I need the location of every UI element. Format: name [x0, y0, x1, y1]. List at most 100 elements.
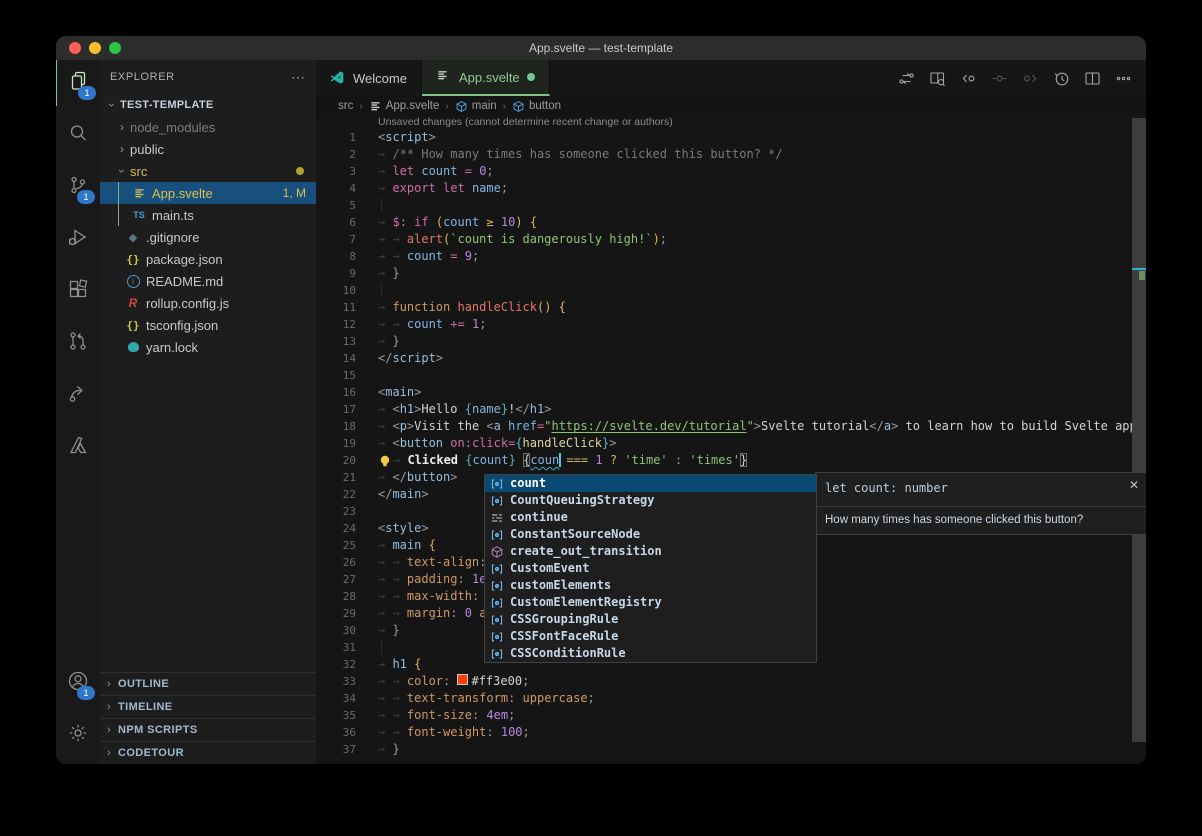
code-line[interactable]: 5│: [316, 197, 1146, 214]
activity-item-azure[interactable]: [56, 424, 100, 470]
code-line[interactable]: 33→ → color: #ff3e00;: [316, 673, 1146, 690]
tab-app-svelte[interactable]: App.svelte: [422, 60, 550, 96]
code-line[interactable]: 7→ → alert(`count is dangerously high!`)…: [316, 231, 1146, 248]
suggestion-constantsourcenode[interactable]: ConstantSourceNode: [485, 526, 816, 543]
tree-file-rollup-config-js[interactable]: Rrollup.config.js: [100, 292, 316, 314]
activity-item-live-share[interactable]: [56, 372, 100, 418]
zoom-button[interactable]: [109, 42, 121, 54]
code-line[interactable]: 20→ Clicked {count} {coun === 1 ? 'time'…: [316, 452, 1146, 469]
run-debug-icon: [66, 225, 90, 254]
badge: 1: [77, 190, 95, 204]
code-line[interactable]: 6→ $: if (count ≥ 10) {: [316, 214, 1146, 231]
tree-file-readme-md[interactable]: iREADME.md: [100, 270, 316, 292]
line-number: 34: [316, 690, 356, 707]
suggestion-label: CSSFontFaceRule: [510, 628, 618, 645]
azure-icon: [66, 433, 90, 462]
tab-welcome[interactable]: Welcome: [316, 60, 422, 96]
activity-item-github-pull-requests[interactable]: [56, 320, 100, 366]
code-line[interactable]: 15: [316, 367, 1146, 384]
tree-file-package-json[interactable]: {}package.json: [100, 248, 316, 270]
code-line[interactable]: 1<script>: [316, 129, 1146, 146]
suggestion-customevent[interactable]: CustomEvent: [485, 560, 816, 577]
code-line[interactable]: 17→ <h1>Hello {name}!</h1>: [316, 401, 1146, 418]
tree-folder-test-template[interactable]: ›TEST-TEMPLATE: [100, 94, 316, 116]
line-number: 5: [316, 197, 356, 214]
tree-file--gitignore[interactable]: ◆.gitignore: [100, 226, 316, 248]
code-line[interactable]: 14</script>: [316, 350, 1146, 367]
tree-folder-src[interactable]: ›src: [100, 160, 316, 182]
next-change-icon[interactable]: [1019, 67, 1041, 89]
tree-folder-public[interactable]: ›public: [100, 138, 316, 160]
code-line[interactable]: 12→ → count += 1;: [316, 316, 1146, 333]
code-line[interactable]: 36→ → font-weight: 100;: [316, 724, 1146, 741]
split-editor-icon[interactable]: [1081, 67, 1103, 89]
minimize-button[interactable]: [89, 42, 101, 54]
suggestion-create_out_transition[interactable]: create_out_transition: [485, 543, 816, 560]
code-line[interactable]: 19→ <button on:click={handleClick}>: [316, 435, 1146, 452]
code-line[interactable]: 18→ <p>Visit the <a href="https://svelte…: [316, 418, 1146, 435]
window-title: App.svelte — test-template: [56, 41, 1146, 55]
code-line[interactable]: 34→ → text-transform: uppercase;: [316, 690, 1146, 707]
previous-change-icon[interactable]: [957, 67, 979, 89]
suggestion-cssgroupingrule[interactable]: CSSGroupingRule: [485, 611, 816, 628]
activity-item-settings[interactable]: [56, 712, 100, 758]
code-line[interactable]: 11→ function handleClick() {: [316, 299, 1146, 316]
breadcrumb-item-src[interactable]: src: [338, 100, 353, 112]
sidebar-section-npm-scripts[interactable]: ›NPM SCRIPTS: [100, 718, 316, 741]
tree-file-app-svelte[interactable]: App.svelte1, M: [100, 182, 316, 204]
code-line[interactable]: 8→ → count = 9;: [316, 248, 1146, 265]
lightbulb-icon[interactable]: [378, 454, 392, 467]
code-line[interactable]: 9→ }: [316, 265, 1146, 282]
code-line[interactable]: 10│: [316, 282, 1146, 299]
tree-file-tsconfig-json[interactable]: {}tsconfig.json: [100, 314, 316, 336]
open-preview-icon[interactable]: [926, 67, 948, 89]
titlebar[interactable]: App.svelte — test-template: [56, 36, 1146, 60]
code-line[interactable]: 35→ → font-size: 4em;: [316, 707, 1146, 724]
git-status-badge: 1, M: [283, 186, 306, 200]
breadcrumb-item-button[interactable]: button: [529, 100, 561, 112]
code-line[interactable]: 13→ }: [316, 333, 1146, 350]
suggestion-cssfontfacerule[interactable]: CSSFontFaceRule: [485, 628, 816, 645]
code-line[interactable]: 37→ }: [316, 741, 1146, 758]
code-line[interactable]: 16<main>: [316, 384, 1146, 401]
more-actions-icon[interactable]: [1112, 67, 1134, 89]
breadcrumb-item-main[interactable]: main: [472, 100, 497, 112]
suggestion-cssconditionrule[interactable]: CSSConditionRule: [485, 645, 816, 662]
breadcrumb-item-app-svelte[interactable]: App.svelte: [386, 100, 440, 112]
sidebar-section-outline[interactable]: ›OUTLINE: [100, 672, 316, 695]
close-icon[interactable]: ✕: [1129, 478, 1139, 492]
tree-file-yarn-lock[interactable]: yarn.lock: [100, 336, 316, 358]
suggestion-customelementregistry[interactable]: CustomElementRegistry: [485, 594, 816, 611]
suggestion-count[interactable]: count: [485, 475, 816, 492]
more-actions-icon[interactable]: ⋯: [291, 69, 306, 86]
code-line-content: <script>: [356, 129, 436, 146]
sidebar-section-timeline[interactable]: ›TIMELINE: [100, 695, 316, 718]
code-line[interactable]: 2→ /** How many times has someone clicke…: [316, 146, 1146, 163]
code-line-content: → }: [356, 265, 400, 282]
close-button[interactable]: [69, 42, 81, 54]
suggestion-continue[interactable]: continue: [485, 509, 816, 526]
activity-item-run-debug[interactable]: [56, 216, 100, 262]
chevron-right-icon: ›: [100, 724, 118, 736]
suggestion-label: create_out_transition: [510, 543, 662, 560]
code-editor[interactable]: Unsaved changes (cannot determine recent…: [316, 116, 1146, 764]
sidebar-section-codetour[interactable]: ›CODETOUR: [100, 741, 316, 764]
code-line[interactable]: 4→ export let name;: [316, 180, 1146, 197]
history-icon[interactable]: [1050, 67, 1072, 89]
activity-item-explorer[interactable]: 1: [56, 60, 101, 106]
current-change-icon[interactable]: [988, 67, 1010, 89]
scrollbar[interactable]: [1132, 118, 1146, 742]
tree-folder-node-modules[interactable]: ›node_modules: [100, 116, 316, 138]
breadcrumb[interactable]: src›App.svelte›main›button: [316, 96, 1146, 116]
line-number: 25: [316, 537, 356, 554]
code-line[interactable]: 3→ let count = 0;: [316, 163, 1146, 180]
activity-item-source-control[interactable]: 1: [56, 164, 100, 210]
ts-file-icon: TS: [130, 210, 148, 220]
activity-item-search[interactable]: [56, 112, 100, 158]
suggestion-countqueuingstrategy[interactable]: CountQueuingStrategy: [485, 492, 816, 509]
activity-item-extensions[interactable]: [56, 268, 100, 314]
suggestion-customelements[interactable]: customElements: [485, 577, 816, 594]
compare-changes-icon[interactable]: [895, 67, 917, 89]
activity-item-accounts[interactable]: 1: [56, 660, 100, 706]
tree-file-main-ts[interactable]: TSmain.ts: [100, 204, 316, 226]
